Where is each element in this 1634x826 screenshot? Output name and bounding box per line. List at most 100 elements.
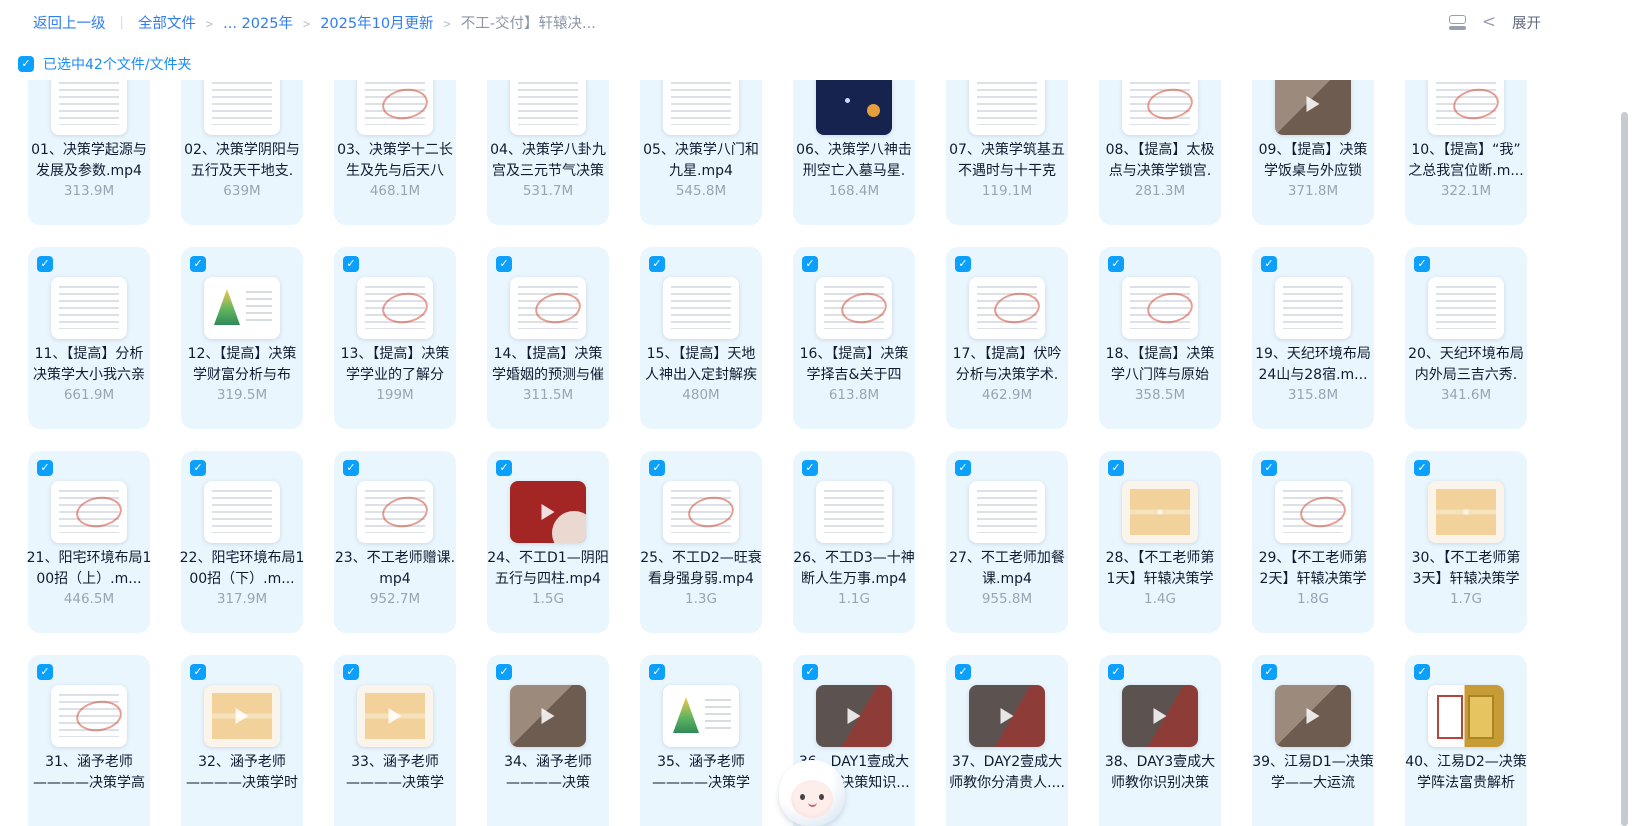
file-card[interactable]: ✓ 17、【提高】伏吟 分析与决策学术. 462.9M [946, 247, 1068, 429]
file-checkbox[interactable]: ✓ [649, 460, 665, 476]
file-name[interactable]: 29、【不工老师第 2天】轩辕决策学 [1241, 548, 1385, 590]
file-card[interactable]: ✓ 06、决策学八神击 刑空亡入墓马星. 168.4M [793, 80, 915, 225]
file-name[interactable]: 11、【提高】分析 决策学大小我六亲 [17, 344, 161, 386]
file-card[interactable]: ✓ 39、江易D1—决策 学——大运流 [1252, 655, 1374, 826]
file-name[interactable]: 22、阳宅环境布局1 00招（下）.m... [170, 548, 314, 590]
file-checkbox[interactable]: ✓ [1414, 664, 1430, 680]
file-name[interactable]: 10、【提高】“我” 之总我宫位断.m... [1394, 140, 1538, 182]
file-card[interactable]: ✓ 29、【不工老师第 2天】轩辕决策学 1.8G [1252, 451, 1374, 633]
file-checkbox[interactable]: ✓ [1108, 256, 1124, 272]
file-card[interactable]: ✓ 37、DAY2壹成大 师教你分清贵人.... [946, 655, 1068, 826]
file-name[interactable]: 01、决策学起源与 发展及参数.mp4 [17, 140, 161, 182]
file-card[interactable]: ✓ 20、天纪环境布局 内外局三吉六秀. 341.6M [1405, 247, 1527, 429]
file-name[interactable]: 04、决策学八卦九 宫及三元节气决策 [476, 140, 620, 182]
file-card[interactable]: ✓ 33、涵予老师 ————决策学 [334, 655, 456, 826]
file-name[interactable]: 21、阳宅环境布局1 00招（上）.m... [17, 548, 161, 590]
file-checkbox[interactable]: ✓ [955, 256, 971, 272]
file-card[interactable]: ✓ 16、【提高】决策 学择吉&关于四 613.8M [793, 247, 915, 429]
file-name[interactable]: 32、涵予老师 ————决策学时 [170, 752, 314, 794]
file-card[interactable]: ✓ 27、不工老师加餐 课.mp4 955.8M [946, 451, 1068, 633]
file-card[interactable]: ✓ 03、决策学十二长 生及先与后天八 468.1M [334, 80, 456, 225]
file-card[interactable]: ✓ 24、不工D1—阴阳 五行与四柱.mp4 1.5G [487, 451, 609, 633]
file-checkbox[interactable]: ✓ [802, 664, 818, 680]
file-name[interactable]: 35、涵予老师 ————决策学 [629, 752, 773, 794]
file-name[interactable]: 28、【不工老师第 1天】轩辕决策学 [1088, 548, 1232, 590]
file-card[interactable]: ✓ 01、决策学起源与 发展及参数.mp4 313.9M [28, 80, 150, 225]
file-card[interactable]: ✓ 08、【提高】太极 点与决策学锁宫. 281.3M [1099, 80, 1221, 225]
file-card[interactable]: ✓ 14、【提高】决策 学婚姻的预测与催 311.5M [487, 247, 609, 429]
file-name[interactable]: 09、【提高】决策 学饭桌与外应锁 [1241, 140, 1385, 182]
file-name[interactable]: 07、决策学筑基五 不遇时与十干克 [935, 140, 1079, 182]
file-card[interactable]: ✓ 30、【不工老师第 3天】轩辕决策学 1.7G [1405, 451, 1527, 633]
file-card[interactable]: ✓ 31、涵予老师 ————决策学高 [28, 655, 150, 826]
file-card[interactable]: ✓ 13、【提高】决策 学学业的了解分 199M [334, 247, 456, 429]
file-card[interactable]: ✓ 02、决策学阴阳与 五行及天干地支. 639M [181, 80, 303, 225]
scrollbar-thumb[interactable] [1621, 112, 1628, 826]
file-name[interactable]: 02、决策学阴阳与 五行及天干地支. [170, 140, 314, 182]
file-name[interactable]: 37、DAY2壹成大 师教你分清贵人.... [935, 752, 1079, 794]
file-name[interactable]: 30、【不工老师第 3天】轩辕决策学 [1394, 548, 1538, 590]
file-checkbox[interactable]: ✓ [1414, 460, 1430, 476]
expand-button[interactable]: 展开 [1512, 12, 1541, 33]
file-name[interactable]: 39、江易D1—决策 学——大运流 [1241, 752, 1385, 794]
file-card[interactable]: ✓ 22、阳宅环境布局1 00招（下）.m... 317.9M [180, 451, 304, 633]
file-name[interactable]: 06、决策学八神击 刑空亡入墓马星. [782, 140, 926, 182]
file-checkbox[interactable]: ✓ [1108, 460, 1124, 476]
file-name[interactable]: 13、【提高】决策 学学业的了解分 [323, 344, 467, 386]
file-card[interactable]: ✓ 28、【不工老师第 1天】轩辕决策学 1.4G [1099, 451, 1221, 633]
breadcrumb-item[interactable]: 2025年10月更新 [320, 16, 433, 32]
file-name[interactable]: 25、不工D2—旺衰 看身强身弱.mp4 [629, 548, 773, 590]
file-name[interactable]: 18、【提高】决策 学八门阵与原始 [1088, 344, 1232, 386]
file-card[interactable]: ✓ 11、【提高】分析 决策学大小我六亲 661.9M [28, 247, 150, 429]
file-checkbox[interactable]: ✓ [37, 664, 53, 680]
file-name[interactable]: 05、决策学八门和 九星.mp4 [629, 140, 773, 182]
select-all-checkbox[interactable]: ✓ [18, 56, 34, 72]
file-card[interactable]: ✓ 15、【提高】天地 人神出入定封解疾 480M [640, 247, 762, 429]
file-checkbox[interactable]: ✓ [955, 664, 971, 680]
file-checkbox[interactable]: ✓ [955, 460, 971, 476]
file-card[interactable]: ✓ 25、不工D2—旺衰 看身强身弱.mp4 1.3G [640, 451, 762, 633]
file-name[interactable]: 20、天纪环境布局 内外局三吉六秀. [1394, 344, 1538, 386]
file-checkbox[interactable]: ✓ [1414, 256, 1430, 272]
file-checkbox[interactable]: ✓ [802, 460, 818, 476]
file-checkbox[interactable]: ✓ [343, 256, 359, 272]
file-card[interactable]: ✓ 21、阳宅环境布局1 00招（上）.m... 446.5M [27, 451, 151, 633]
back-link[interactable]: 返回上一级 [33, 12, 106, 33]
file-checkbox[interactable]: ✓ [496, 664, 512, 680]
file-checkbox[interactable]: ✓ [37, 460, 53, 476]
file-checkbox[interactable]: ✓ [190, 664, 206, 680]
file-checkbox[interactable]: ✓ [1261, 664, 1277, 680]
file-checkbox[interactable]: ✓ [496, 460, 512, 476]
file-checkbox[interactable]: ✓ [649, 664, 665, 680]
file-checkbox[interactable]: ✓ [37, 256, 53, 272]
file-name[interactable]: 23、不工老师赠课. mp4 [323, 548, 467, 590]
file-checkbox[interactable]: ✓ [1261, 256, 1277, 272]
file-name[interactable]: 03、决策学十二长 生及先与后天八 [323, 140, 467, 182]
file-card[interactable]: ✓ 18、【提高】决策 学八门阵与原始 358.5M [1099, 247, 1221, 429]
file-card[interactable]: ✓ 04、决策学八卦九 宫及三元节气决策 531.7M [487, 80, 609, 225]
file-name[interactable]: 33、涵予老师 ————决策学 [323, 752, 467, 794]
file-card[interactable]: ✓ 34、涵予老师 ————决策 [487, 655, 609, 826]
file-name[interactable]: 19、天纪环境布局 24山与28宿.m... [1241, 344, 1385, 386]
file-name[interactable]: 31、涵予老师 ————决策学高 [17, 752, 161, 794]
file-card[interactable]: ✓ 10、【提高】“我” 之总我宫位断.m... 322.1M [1405, 80, 1527, 225]
file-name[interactable]: 40、江易D2—决策 学阵法富贵解析 [1394, 752, 1538, 794]
file-card[interactable]: ✓ 38、DAY3壹成大 师教你识别决策 [1099, 655, 1221, 826]
file-name[interactable]: 17、【提高】伏吟 分析与决策学术. [935, 344, 1079, 386]
file-checkbox[interactable]: ✓ [343, 664, 359, 680]
file-name[interactable]: 08、【提高】太极 点与决策学锁宫. [1088, 140, 1232, 182]
breadcrumb-item[interactable]: ... 2025年 [223, 16, 293, 32]
file-card[interactable]: ✓ 23、不工老师赠课. mp4 952.7M [334, 451, 456, 633]
breadcrumb-item[interactable]: 全部文件 [138, 16, 196, 32]
file-card[interactable]: ✓ 09、【提高】决策 学饭桌与外应锁 371.8M [1252, 80, 1374, 225]
file-name[interactable]: 26、不工D3—十神 断人生万事.mp4 [782, 548, 926, 590]
file-name[interactable]: 12、【提高】决策 学财富分析与布 [170, 344, 314, 386]
chevron-left-icon[interactable]: < [1482, 13, 1496, 31]
file-checkbox[interactable]: ✓ [1108, 664, 1124, 680]
file-checkbox[interactable]: ✓ [802, 256, 818, 272]
file-card[interactable]: ✓ 40、江易D2—决策 学阵法富贵解析 [1405, 655, 1527, 826]
file-checkbox[interactable]: ✓ [1261, 460, 1277, 476]
file-card[interactable]: ✓ 07、决策学筑基五 不遇时与十干克 119.1M [946, 80, 1068, 225]
file-name[interactable]: 27、不工老师加餐 课.mp4 [935, 548, 1079, 590]
file-name[interactable]: 15、【提高】天地 人神出入定封解疾 [629, 344, 773, 386]
